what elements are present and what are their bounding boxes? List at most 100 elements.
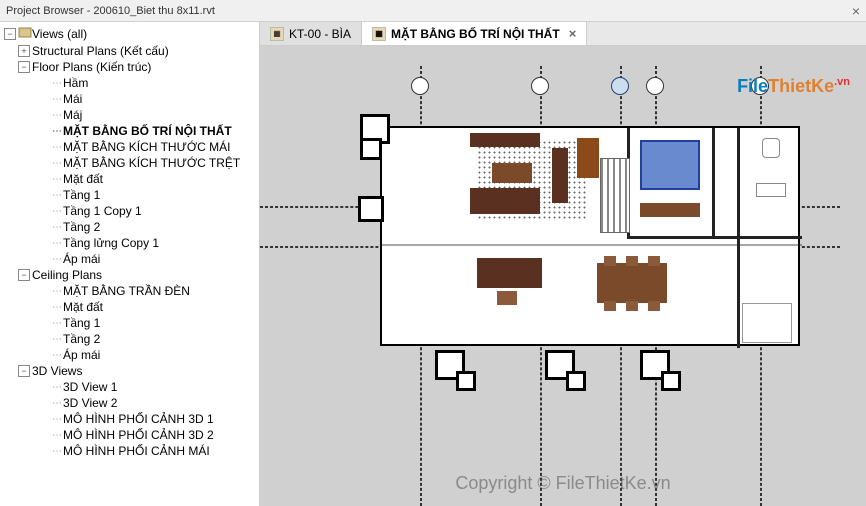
tree-connector: ⋯	[52, 398, 61, 409]
toggle-icon[interactable]: −	[18, 269, 30, 281]
tree-view-item[interactable]: ⋯Áp mái	[0, 251, 259, 267]
tree-view-item[interactable]: ⋯Tầng lửng Copy 1	[0, 235, 259, 251]
tree-view-item[interactable]: ⋯Tầng 1 Copy 1	[0, 203, 259, 219]
furniture-sofa	[552, 148, 568, 203]
tree-view-item[interactable]: ⋯Tầng 2	[0, 219, 259, 235]
tree-connector: ⋯	[52, 222, 61, 233]
tree-connector: ⋯	[52, 334, 61, 345]
plan-icon: ▦	[372, 27, 386, 41]
tab-kt00[interactable]: ▦ KT-00 - BÌA	[260, 22, 362, 45]
tab-label: MẶT BẰNG BỐ TRÍ NỘI THẤT	[391, 27, 560, 41]
column	[566, 371, 586, 391]
tree-label: Tầng 1	[63, 316, 100, 330]
tree-group[interactable]: −3D Views	[0, 363, 259, 379]
furniture-table	[492, 163, 532, 183]
close-icon[interactable]: ×	[852, 3, 860, 19]
tree-connector: ⋯	[52, 78, 61, 89]
tree-view-item[interactable]: ⋯Hầm	[0, 75, 259, 91]
furniture-desk	[477, 258, 542, 288]
tree-label: MẶT BẰNG TRẦN ĐÈN	[63, 284, 190, 298]
tree-connector: ⋯	[52, 446, 61, 457]
furniture-chair	[626, 301, 638, 311]
tree-label: Mặt đất	[63, 300, 103, 314]
tree-view-item[interactable]: ⋯MÔ HÌNH PHỐI CẢNH MÁI	[0, 443, 259, 459]
column	[360, 138, 382, 160]
tree-label: Mặt đất	[63, 172, 103, 186]
column	[661, 371, 681, 391]
tree-view-item[interactable]: ⋯3D View 2	[0, 395, 259, 411]
tab-floorplan[interactable]: ▦ MẶT BẰNG BỐ TRÍ NỘI THẤT ×	[362, 22, 587, 45]
tree-label: MÔ HÌNH PHỐI CẢNH 3D 1	[63, 412, 214, 426]
tree-label: 3D View 1	[63, 380, 117, 394]
furniture-chair	[497, 291, 517, 305]
tree-group[interactable]: −Ceiling Plans	[0, 267, 259, 283]
furniture-cabinet	[577, 138, 599, 178]
floor-plan-building	[380, 126, 800, 346]
tree-label: Tầng lửng Copy 1	[63, 236, 159, 250]
tree-connector: ⋯	[52, 174, 61, 185]
tree-label: Tầng 2	[63, 332, 100, 346]
tree-view-item[interactable]: ⋯MẶT BẰNG TRẦN ĐÈN	[0, 283, 259, 299]
tree-view-item[interactable]: ⋯MẶT BẰNG BỐ TRÍ NỘI THẤT	[0, 123, 259, 139]
tree-group[interactable]: +Structural Plans (Kết cấu)	[0, 43, 259, 59]
folder-icon	[18, 25, 32, 42]
furniture-chair	[648, 256, 660, 266]
drawing-canvas[interactable]: FileThietKe.vn Copyright © FileThietKe.v…	[260, 46, 866, 506]
grid-bubble[interactable]	[411, 77, 429, 95]
tree-connector: ⋯	[52, 110, 61, 121]
column	[358, 196, 384, 222]
toggle-icon[interactable]: −	[4, 28, 16, 40]
furniture-chair	[604, 301, 616, 311]
tree-label: Views (all)	[32, 27, 87, 41]
wall	[712, 128, 715, 238]
tree-view-item[interactable]: ⋯Tầng 1	[0, 315, 259, 331]
furniture-chair	[604, 256, 616, 266]
project-browser-titlebar: Project Browser - 200610_Biet thu 8x11.r…	[0, 0, 866, 22]
tree-connector: ⋯	[52, 142, 61, 153]
tree-view-item[interactable]: ⋯Máj	[0, 107, 259, 123]
tree-label: Máj	[63, 108, 82, 122]
tree-view-item[interactable]: ⋯MÔ HÌNH PHỐI CẢNH 3D 1	[0, 411, 259, 427]
tree-connector: ⋯	[52, 238, 61, 249]
tree-view-item[interactable]: ⋯MẶT BẰNG KÍCH THƯỚC TRỆT	[0, 155, 259, 171]
tree-view-item[interactable]: ⋯Tầng 2	[0, 331, 259, 347]
tree-label: MẶT BẰNG KÍCH THƯỚC MÁI	[63, 140, 230, 154]
toggle-icon[interactable]: −	[18, 61, 30, 73]
tree-view-item[interactable]: ⋯Mặt đất	[0, 299, 259, 315]
tree-label: Tầng 2	[63, 220, 100, 234]
tree-connector: ⋯	[52, 206, 61, 217]
sheet-icon: ▦	[270, 27, 284, 41]
tree-view-item[interactable]: ⋯Tầng 1	[0, 187, 259, 203]
tree-label: 3D Views	[32, 364, 82, 378]
wall	[627, 236, 802, 239]
tree-view-item[interactable]: ⋯MÔ HÌNH PHỐI CẢNH 3D 2	[0, 427, 259, 443]
tree-label: MẶT BẰNG BỐ TRÍ NỘI THẤT	[63, 124, 232, 138]
tree-connector: ⋯	[52, 286, 61, 297]
tree-label: MẶT BẰNG KÍCH THƯỚC TRỆT	[63, 156, 240, 170]
tree-root-toggle[interactable]: − Views (all)	[0, 24, 259, 43]
tree-label: MÔ HÌNH PHỐI CẢNH MÁI	[63, 444, 210, 458]
tree-view-item[interactable]: ⋯3D View 1	[0, 379, 259, 395]
tree-connector: ⋯	[52, 254, 61, 265]
tree-label: Áp mái	[63, 348, 100, 362]
tree-label: Hầm	[63, 76, 88, 90]
wall	[382, 244, 802, 246]
tree-view-item[interactable]: ⋯Mặt đất	[0, 171, 259, 187]
stair	[600, 158, 630, 233]
tree-view-item[interactable]: ⋯MẶT BẰNG KÍCH THƯỚC MÁI	[0, 139, 259, 155]
close-icon[interactable]: ×	[569, 26, 577, 41]
toggle-icon[interactable]: +	[18, 45, 30, 57]
watermark-copyright: Copyright © FileThietKe.vn	[455, 473, 670, 494]
tree-connector: ⋯	[52, 382, 61, 393]
grid-bubble[interactable]	[531, 77, 549, 95]
tree-group[interactable]: −Floor Plans (Kiến trúc)	[0, 59, 259, 75]
tree-connector: ⋯	[52, 158, 61, 169]
project-browser-tree[interactable]: − Views (all)+Structural Plans (Kết cấu)…	[0, 22, 260, 506]
grid-bubble[interactable]	[646, 77, 664, 95]
tree-view-item[interactable]: ⋯Áp mái	[0, 347, 259, 363]
furniture-sofa	[470, 188, 540, 214]
toggle-icon[interactable]: −	[18, 365, 30, 377]
tree-connector: ⋯	[52, 190, 61, 201]
tree-view-item[interactable]: ⋯Mái	[0, 91, 259, 107]
grid-bubble[interactable]	[611, 77, 629, 95]
